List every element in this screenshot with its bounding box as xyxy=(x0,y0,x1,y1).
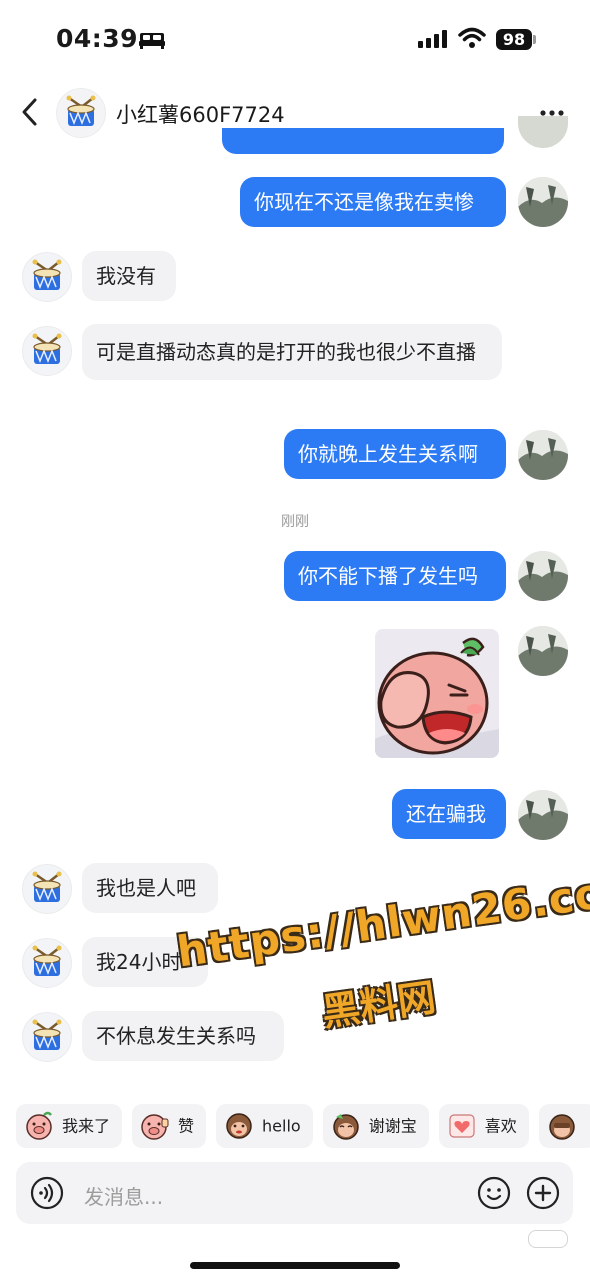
emoji-icon[interactable] xyxy=(477,1176,511,1210)
message-bubble-received[interactable]: 我没有 xyxy=(82,251,176,301)
quick-reply-chip[interactable]: 谢谢宝 xyxy=(322,1104,429,1148)
my-avatar[interactable] xyxy=(518,790,568,840)
voice-input-icon[interactable] xyxy=(30,1176,64,1210)
drum-icon xyxy=(32,333,62,364)
my-avatar[interactable] xyxy=(518,551,568,601)
my-avatar[interactable] xyxy=(518,626,568,676)
heart-card-icon xyxy=(449,1113,475,1138)
quick-reply-label: 喜欢 xyxy=(484,1116,517,1136)
contact-avatar[interactable] xyxy=(22,326,72,376)
quick-reply-label: 赞 xyxy=(178,1116,195,1136)
contact-avatar[interactable] xyxy=(22,864,72,914)
message-bubble-sent[interactable]: 你就晚上发生关系啊 xyxy=(284,429,506,479)
bed-icon xyxy=(139,33,165,49)
contact-avatar[interactable] xyxy=(56,88,106,138)
quick-reply-chip[interactable]: hello xyxy=(216,1104,313,1148)
monkey-hello-icon xyxy=(226,1112,252,1139)
contact-name[interactable]: 小红薯660F7724 xyxy=(116,99,285,129)
status-time: 04:39 xyxy=(56,24,139,53)
monkey-cover-icon xyxy=(548,1113,575,1140)
partial-message-bubble xyxy=(222,128,504,154)
contact-avatar[interactable] xyxy=(22,938,72,988)
wifi-icon xyxy=(458,27,486,48)
battery-indicator: 98 xyxy=(496,29,532,50)
drum-icon xyxy=(66,95,96,126)
quick-reply-chip[interactable]: 喜欢 xyxy=(438,1104,529,1148)
watermark-name: 黑料网 xyxy=(319,975,439,1035)
message-bubble-received[interactable]: 不休息发生关系吗 xyxy=(82,1011,284,1061)
landscape-avatar-icon xyxy=(518,551,568,601)
home-indicator[interactable] xyxy=(190,1262,400,1269)
message-bubble-received[interactable]: 可是直播动态真的是打开的我也很少不直播 xyxy=(82,324,502,380)
my-avatar[interactable] xyxy=(518,430,568,480)
back-arrow-icon[interactable] xyxy=(18,96,42,128)
battery-tip xyxy=(533,35,536,44)
contact-avatar[interactable] xyxy=(22,252,72,302)
pig-wave-icon xyxy=(26,1111,52,1140)
contact-avatar[interactable] xyxy=(22,1012,72,1062)
quick-reply-label: 我来了 xyxy=(62,1116,111,1136)
drum-icon xyxy=(32,259,62,290)
quick-reply-label: 谢谢宝 xyxy=(368,1116,417,1136)
message-input-bar: 发消息... xyxy=(16,1162,573,1224)
message-bubble-sent[interactable]: 你现在不还是像我在卖惨 xyxy=(240,177,506,227)
quick-reply-label: hello xyxy=(262,1116,301,1136)
monkey-thanks-icon xyxy=(332,1113,359,1140)
drum-icon xyxy=(32,945,62,976)
message-bubble-sent[interactable]: 你不能下播了发生吗 xyxy=(284,551,506,601)
drum-icon xyxy=(32,871,62,902)
message-input[interactable]: 发消息... xyxy=(84,1181,163,1210)
add-attachment-icon[interactable] xyxy=(526,1176,560,1210)
landscape-avatar-icon xyxy=(518,430,568,480)
cellular-signal-icon xyxy=(418,30,447,48)
message-bubble-received[interactable]: 我也是人吧 xyxy=(82,863,218,913)
pig-thumb-icon xyxy=(141,1113,169,1140)
facepalm-sticker-icon xyxy=(375,629,499,758)
landscape-avatar-icon xyxy=(518,626,568,676)
quick-reply-bar: 我来了 赞 hello 谢谢宝 喜欢 xyxy=(16,1104,590,1148)
quick-reply-chip[interactable]: 赞 xyxy=(132,1104,207,1148)
my-avatar[interactable] xyxy=(518,177,568,227)
message-bubble-sent[interactable]: 还在骗我 xyxy=(392,789,506,839)
facepalm-crying-sticker[interactable] xyxy=(375,629,499,758)
status-bar: 04:39 98 xyxy=(0,0,590,80)
landscape-avatar-icon xyxy=(518,177,568,227)
message-timestamp: 刚刚 xyxy=(281,514,309,530)
drum-icon xyxy=(32,1019,62,1050)
app-watermark-logo xyxy=(528,1230,568,1248)
quick-reply-chip[interactable] xyxy=(538,1104,590,1148)
quick-reply-chip[interactable]: 我来了 xyxy=(16,1104,123,1148)
watermark-url: https://hlwn26.com xyxy=(174,861,590,977)
landscape-avatar-icon xyxy=(518,790,568,840)
